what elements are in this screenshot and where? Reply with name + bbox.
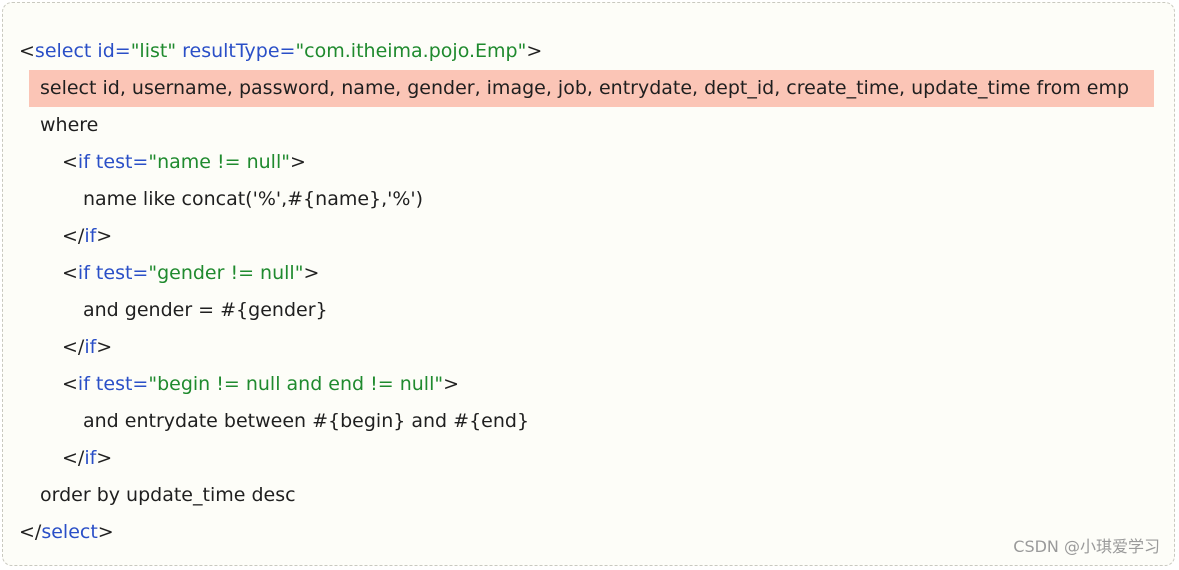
- code-line-if-begin-end-open: <if test="begin != null and end != null"…: [19, 366, 1169, 403]
- sql-text: and entrydate between #{begin} and #{end…: [83, 410, 530, 432]
- tag-bracket: >: [303, 262, 320, 284]
- code-line-if-name-open: <if test="name != null">: [19, 144, 1169, 181]
- code-line-select-statement-highlighted: select id, username, password, name, gen…: [29, 70, 1154, 107]
- tag-bracket: <: [62, 151, 78, 173]
- tag-name: select: [41, 521, 98, 543]
- attr-value: "name != null": [148, 151, 290, 173]
- tag-bracket: <: [62, 262, 78, 284]
- tag-bracket: </: [62, 225, 85, 247]
- sql-text: and gender = #{gender}: [83, 299, 328, 321]
- code-line-where: where: [19, 107, 1169, 144]
- tag-bracket: >: [96, 225, 113, 247]
- tag-bracket: >: [96, 447, 113, 469]
- tag-bracket: <: [62, 373, 78, 395]
- code-line-gender-condition: and gender = #{gender}: [19, 292, 1169, 329]
- tag-bracket: >: [526, 40, 543, 62]
- attr-value: "gender != null": [148, 262, 304, 284]
- tag-bracket: </: [19, 521, 42, 543]
- sql-text: where: [40, 114, 99, 136]
- attr-name: test=: [89, 151, 149, 173]
- code-block: <select id="list" resultType="com.itheim…: [2, 2, 1175, 566]
- tag-bracket: </: [62, 447, 85, 469]
- tag-name: if: [84, 225, 97, 247]
- sql-text: order by update_time desc: [40, 484, 296, 506]
- code-lines: <select id="list" resultType="com.itheim…: [19, 33, 1169, 551]
- tag-bracket: >: [443, 373, 460, 395]
- sql-text: name like concat('%',#{name},'%'): [83, 188, 424, 210]
- tag-bracket: </: [62, 336, 85, 358]
- code-line-name-like: name like concat('%',#{name},'%'): [19, 181, 1169, 218]
- attr-value: "list": [130, 40, 177, 62]
- code-line-entrydate-between: and entrydate between #{begin} and #{end…: [19, 403, 1169, 440]
- tag-name: if: [84, 336, 97, 358]
- tag-bracket: <: [19, 40, 35, 62]
- tag-name: if: [77, 373, 90, 395]
- tag-name: if: [77, 151, 90, 173]
- tag-bracket: >: [96, 336, 113, 358]
- code-line-if-close: </if>: [19, 218, 1169, 255]
- attr-name: resultType=: [176, 40, 296, 62]
- watermark-text: CSDN @小琪爱学习: [1013, 537, 1160, 556]
- attr-name: test=: [89, 262, 149, 284]
- code-line-order-by: order by update_time desc: [19, 477, 1169, 514]
- tag-name: if: [84, 447, 97, 469]
- tag-bracket: >: [97, 521, 114, 543]
- attr-value: "begin != null and end != null": [148, 373, 444, 395]
- attr-value: "com.itheima.pojo.Emp": [295, 40, 527, 62]
- tag-bracket: >: [289, 151, 306, 173]
- sql-text: select id, username, password, name, gen…: [40, 77, 1130, 99]
- code-line-select-close: </select>: [19, 514, 1169, 551]
- code-line-if-close: </if>: [19, 329, 1169, 366]
- attr-name: id=: [91, 40, 131, 62]
- tag-name: select: [34, 40, 92, 62]
- code-line-select-open: <select id="list" resultType="com.itheim…: [19, 33, 1169, 70]
- code-line-if-gender-open: <if test="gender != null">: [19, 255, 1169, 292]
- code-line-if-close: </if>: [19, 440, 1169, 477]
- tag-name: if: [77, 262, 90, 284]
- attr-name: test=: [89, 373, 149, 395]
